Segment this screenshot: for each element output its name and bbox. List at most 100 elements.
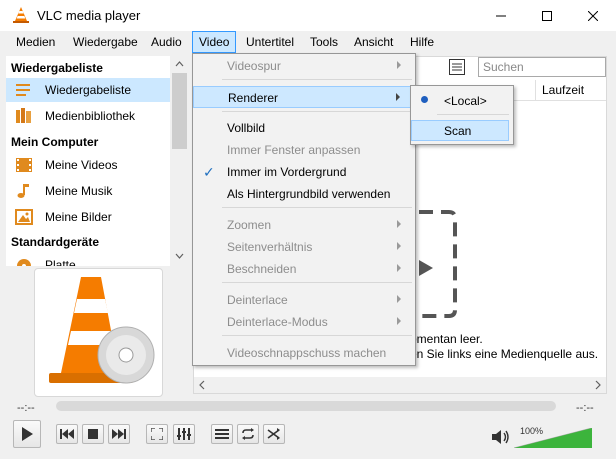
menu-audio[interactable]: Audio [149, 31, 184, 53]
menu-video[interactable]: Video [192, 31, 236, 53]
scroll-right-icon[interactable] [593, 380, 603, 390]
play-button[interactable] [13, 420, 41, 448]
time-total: --:-- [576, 402, 594, 414]
time-elapsed: --:-- [17, 402, 35, 414]
sidebar-section-title: Mein Computer [11, 135, 99, 149]
stop-icon [88, 429, 98, 439]
menu-ansicht[interactable]: Ansicht [352, 31, 395, 53]
submenu-arrow-icon [397, 61, 401, 69]
menu-hilfe[interactable]: Hilfe [408, 31, 436, 53]
menu-untertitel[interactable]: Untertitel [244, 31, 296, 53]
menu-item-label: Zoomen [227, 218, 272, 232]
maximize-button[interactable] [524, 0, 570, 31]
menu-item-renderer[interactable]: Renderer [193, 86, 415, 108]
play-icon [22, 427, 33, 441]
previous-button[interactable] [56, 424, 78, 444]
scroll-down-icon[interactable] [171, 247, 188, 264]
seek-slider[interactable] [56, 401, 556, 411]
menu-separator [222, 335, 412, 336]
sidebar-item-meine-musik[interactable]: Meine Musik [6, 179, 170, 203]
picture-icon [15, 209, 33, 225]
loop-icon [242, 428, 254, 440]
menu-item-label: Deinterlace-Modus [227, 315, 328, 329]
sidebar-item-platte[interactable]: Platte [6, 253, 170, 266]
previous-icon [60, 429, 74, 439]
checkmark-icon: ✓ [203, 164, 215, 180]
volume-slider[interactable] [514, 428, 592, 448]
menu-item-label: Renderer [228, 91, 279, 105]
column-divider[interactable] [535, 80, 536, 100]
fullscreen-button[interactable] [146, 424, 168, 444]
album-art [34, 268, 163, 397]
scroll-up-icon[interactable] [171, 56, 188, 73]
window-title: VLC media player [37, 8, 141, 23]
list-view-icon [449, 59, 465, 75]
submenu-arrow-icon [397, 317, 401, 325]
menu-item-videospur[interactable]: Videospur [193, 55, 415, 77]
media-library-icon [16, 108, 31, 123]
sidebar-item-medienbibliothek[interactable]: Medienbibliothek [6, 104, 170, 128]
menu-item-deinterlace[interactable]: Deinterlace [193, 289, 415, 311]
sidebar-section-title: Wiedergabeliste [11, 61, 103, 75]
menu-medien[interactable]: Medien [14, 31, 57, 53]
radio-selected-icon [421, 96, 428, 103]
menu-wiedergabe[interactable]: Wiedergabe [71, 31, 140, 53]
menu-separator [222, 111, 412, 112]
menu-item-immer-fenster-anpassen[interactable]: Immer Fenster anpassen [193, 139, 415, 161]
sidebar-item-label: Wiedergabeliste [45, 83, 132, 97]
sidebar-item-label: Meine Bilder [45, 210, 112, 224]
close-icon [588, 10, 598, 21]
film-icon [16, 158, 32, 172]
minimize-button[interactable] [478, 0, 524, 31]
menu-item-zoomen[interactable]: Zoomen [193, 214, 415, 236]
menu-item-label: Vollbild [227, 121, 266, 135]
menu-item-label: Immer im Vordergrund [227, 165, 347, 179]
column-header-laufzeit[interactable]: Laufzeit [542, 83, 584, 97]
menu-item-immer-im-vordergrund[interactable]: ✓ Immer im Vordergrund [193, 161, 415, 183]
submenu-arrow-icon [397, 242, 401, 250]
menu-item-deinterlace-modus[interactable]: Deinterlace-Modus [193, 311, 415, 333]
menu-item-label: Als Hintergrundbild verwenden [227, 187, 391, 201]
sidebar-scroll-thumb[interactable] [172, 73, 187, 149]
speaker-icon[interactable] [491, 428, 511, 446]
empty-playlist-hint: en Sie links eine Medienquelle aus. [410, 347, 599, 361]
menu-tools[interactable]: Tools [308, 31, 340, 53]
toggle-playlist-button[interactable] [211, 424, 233, 444]
menu-item-beschneiden[interactable]: Beschneiden [193, 258, 415, 280]
stop-button[interactable] [82, 424, 104, 444]
search-input[interactable] [478, 57, 606, 77]
fullscreen-icon [151, 428, 163, 440]
menu-separator [437, 114, 509, 115]
menu-item-label: Videoschnappschuss machen [227, 346, 387, 360]
maximize-icon [542, 10, 552, 21]
menu-item-videoschnappschuss[interactable]: Videoschnappschuss machen [193, 342, 415, 364]
close-button[interactable] [570, 0, 616, 31]
submenu-arrow-icon [397, 220, 401, 228]
shuffle-button[interactable] [263, 424, 285, 444]
menu-separator [222, 79, 412, 80]
menu-item-vollbild[interactable]: Vollbild [193, 117, 415, 139]
playlist-hscrollbar[interactable] [194, 377, 606, 393]
submenu-arrow-icon [397, 264, 401, 272]
menu-item-als-hintergrundbild[interactable]: Als Hintergrundbild verwenden [193, 183, 415, 205]
extended-settings-button[interactable] [173, 424, 195, 444]
sidebar-item-wiedergabeliste[interactable]: Wiedergabeliste [6, 78, 170, 102]
playlist-toggle-icon [215, 429, 229, 439]
menu-item-label: Seitenverhältnis [227, 240, 313, 254]
menu-item-seitenverhaeltnis[interactable]: Seitenverhältnis [193, 236, 415, 258]
sidebar-item-label: Meine Videos [45, 158, 118, 172]
playlist-view-button[interactable] [447, 57, 467, 77]
loop-button[interactable] [237, 424, 259, 444]
sidebar-item-meine-videos[interactable]: Meine Videos [6, 153, 170, 177]
equalizer-icon [177, 428, 191, 440]
minimize-icon [496, 15, 506, 16]
shuffle-icon [267, 428, 280, 440]
sidebar-item-meine-bilder[interactable]: Meine Bilder [6, 205, 170, 229]
next-button[interactable] [108, 424, 130, 444]
sidebar-section-title: Standardgeräte [11, 235, 100, 249]
menu-separator [222, 282, 412, 283]
scroll-left-icon[interactable] [197, 380, 207, 390]
sidebar-item-label: Platte [45, 258, 76, 266]
renderer-item-scan-label: Scan [444, 124, 472, 138]
menu-item-label: Beschneiden [227, 262, 297, 276]
